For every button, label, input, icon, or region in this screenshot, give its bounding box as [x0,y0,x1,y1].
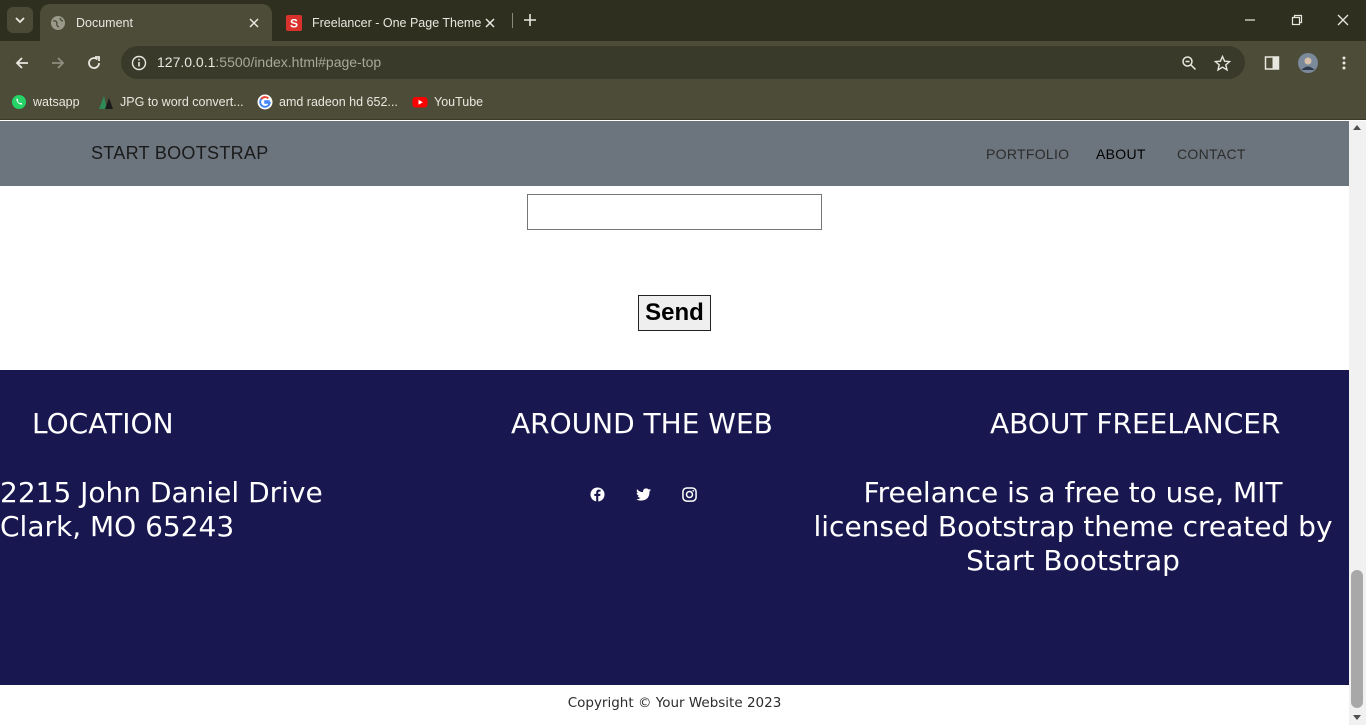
nav-about[interactable]: ABOUT [1096,146,1146,162]
bookmark-watsapp[interactable]: watsapp [11,91,80,113]
url-host: 127.0.0.1 [157,54,216,70]
tab-title: Freelancer - One Page Theme - [312,15,482,30]
copyright-text: Copyright © Your Website 2023 [567,695,782,711]
address-bar[interactable]: 127.0.0.1:5500/index.html#page-top [121,46,1245,79]
side-panel-icon [1264,56,1280,70]
twitter-link[interactable] [634,485,652,503]
about-text: Freelance is a free to use, MIT licensed… [813,476,1333,577]
facebook-icon [589,486,605,502]
site-navbar: START BOOTSTRAP PORTFOLIO ABOUT CONTACT [0,121,1349,186]
about-freelancer-title: ABOUT FREELANCER [990,407,1281,440]
restore-icon [1291,14,1303,26]
tab-freelancer[interactable]: S Freelancer - One Page Theme - [276,4,508,41]
back-button[interactable] [10,51,34,75]
bookmark-amd-radeon[interactable]: amd radeon hd 652... [257,91,398,113]
url-text[interactable]: 127.0.0.1:5500/index.html#page-top [157,54,381,70]
address-line-2: Clark, MO 65243 [0,510,235,543]
browser-menu-button[interactable] [1332,51,1356,75]
address-line-1: 2215 John Daniel Drive [0,476,323,509]
whatsapp-icon [11,94,27,110]
restore-button[interactable] [1285,8,1309,32]
chevron-down-icon [15,17,25,24]
instagram-icon [681,486,697,502]
reload-button[interactable] [82,51,106,75]
side-panel-button[interactable] [1260,51,1284,75]
tab-search-button[interactable] [7,7,33,33]
facebook-link[interactable] [588,485,606,503]
zoom-icon[interactable] [1179,53,1199,73]
tab-title: Document [76,15,133,30]
close-icon [1337,14,1349,26]
tab-close-icon[interactable] [246,15,262,31]
google-icon [257,94,273,110]
site-info-icon[interactable] [130,54,148,72]
tab-document[interactable]: Document [40,4,272,41]
forward-button[interactable] [46,51,70,75]
bookmark-jpg-to-word[interactable]: JPG to word convert... [98,91,244,113]
jpg-converter-icon [98,94,114,110]
scrollbar-thumb[interactable] [1351,570,1363,708]
minimize-button[interactable] [1238,8,1262,32]
bookmark-label: JPG to word convert... [120,95,244,109]
site-footer: LOCATION 2215 John Daniel Drive Clark, M… [0,370,1349,685]
new-tab-button[interactable] [520,10,540,30]
avatar-icon [1298,53,1318,73]
copyright-section: Copyright © Your Website 2023 [0,685,1349,725]
page-scrollbar[interactable] [1349,121,1366,725]
kebab-menu-icon [1342,56,1346,70]
minimize-icon [1245,19,1255,21]
nav-portfolio[interactable]: PORTFOLIO [986,146,1069,162]
twitter-icon [635,487,651,501]
brand-link[interactable]: START BOOTSTRAP [91,143,269,164]
nav-contact[interactable]: CONTACT [1177,146,1246,162]
arrow-right-icon [52,57,65,69]
bookmarks-bar: watsapp JPG to word convert... amd radeo… [0,85,1366,120]
s-logo-icon: S [286,14,302,31]
arrow-left-icon [15,57,28,69]
profile-avatar[interactable] [1296,51,1320,75]
globe-icon [50,15,66,31]
plus-icon [524,14,536,26]
bookmark-youtube[interactable]: YouTube [412,91,483,113]
instagram-link[interactable] [680,485,698,503]
scroll-down-arrow-icon[interactable] [1353,715,1361,720]
bookmark-label: YouTube [434,95,484,109]
bookmark-label: amd radeon hd 652... [279,95,398,109]
scroll-up-arrow-icon[interactable] [1353,125,1361,130]
tab-separator [512,13,513,28]
svg-text:S: S [290,16,298,30]
reload-icon [88,56,100,69]
send-button[interactable]: Send [638,295,711,331]
tab-close-icon[interactable] [482,15,498,31]
bookmark-star-icon[interactable] [1212,53,1232,73]
tab-strip: Document S Freelancer - One Page Theme - [0,0,1366,41]
close-window-button[interactable] [1331,8,1355,32]
around-the-web-title: AROUND THE WEB [511,407,773,440]
youtube-icon [412,94,428,110]
message-input[interactable] [527,194,822,230]
page-viewport: START BOOTSTRAP PORTFOLIO ABOUT CONTACT … [0,121,1349,725]
location-title: LOCATION [32,407,174,440]
browser-toolbar: 127.0.0.1:5500/index.html#page-top [0,41,1366,85]
bookmark-label: watsapp [33,95,80,109]
url-path: :5500/index.html#page-top [215,54,382,70]
address: 2215 John Daniel Drive Clark, MO 65243 [0,476,323,544]
